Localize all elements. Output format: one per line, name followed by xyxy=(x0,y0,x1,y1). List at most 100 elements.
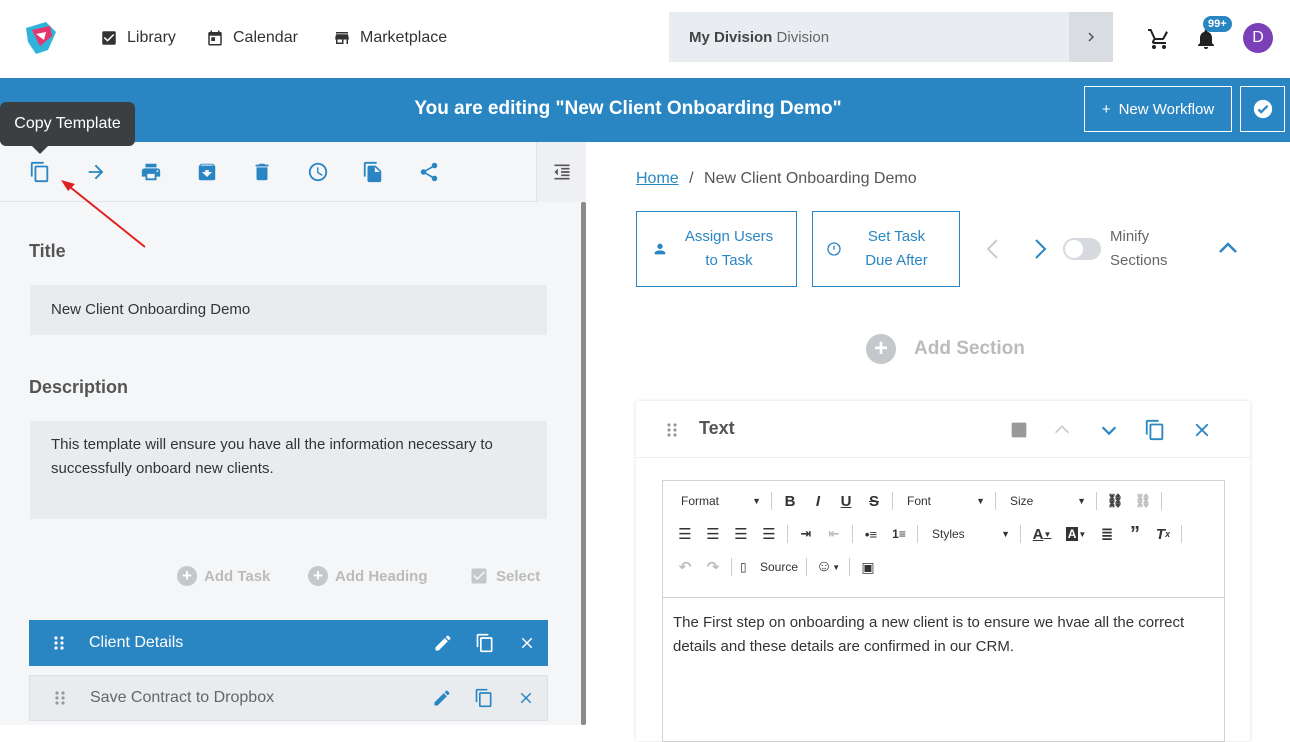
copy-icon[interactable] xyxy=(1144,419,1166,441)
edit-task-button[interactable] xyxy=(422,633,464,653)
copy-icon xyxy=(30,161,49,183)
align-right-icon[interactable]: ☰ xyxy=(727,521,755,547)
copy-icon xyxy=(476,633,493,653)
division-next-button[interactable] xyxy=(1069,12,1113,62)
horizontal-rule-icon[interactable]: ≣ xyxy=(1093,521,1121,547)
collapse-sidebar-button[interactable] xyxy=(536,142,586,202)
check-circle-icon xyxy=(1253,99,1272,119)
minify-line1: Minify xyxy=(1110,228,1150,245)
editor-content[interactable]: The First step on onboarding a new clien… xyxy=(673,611,1203,659)
title-input[interactable]: New Client Onboarding Demo xyxy=(30,285,547,335)
description-input[interactable]: This template will ensure you have all t… xyxy=(30,421,547,519)
archive-template-button[interactable] xyxy=(196,161,218,183)
background-color-icon[interactable]: A ▼ xyxy=(1059,521,1093,547)
toolbar-separator xyxy=(852,525,853,543)
toolbar-separator xyxy=(995,492,996,510)
cart-icon[interactable] xyxy=(1147,27,1171,51)
delete-task-button[interactable] xyxy=(506,634,548,652)
add-section-button[interactable]: + Add Section xyxy=(866,334,1025,364)
select-button[interactable]: Select xyxy=(469,566,540,586)
drag-handle-icon[interactable] xyxy=(666,422,678,438)
format-dropdown[interactable]: Format ▼ xyxy=(671,489,767,513)
minify-sections-toggle[interactable] xyxy=(1063,238,1101,260)
align-center-icon[interactable]: ☰ xyxy=(699,521,727,547)
chevron-right-icon[interactable] xyxy=(1031,238,1049,260)
chevron-up-icon[interactable] xyxy=(1218,240,1238,254)
calendar-icon xyxy=(208,30,222,46)
timer-icon xyxy=(827,242,841,256)
editor-toolbar-row: ☰ ☰ ☰ ☰ ⇥ ⇤ •≡ 1≡ Styles ▼ A ▼ A ▼ ≣ ” T… xyxy=(671,521,1186,547)
bold-button[interactable]: B xyxy=(776,488,804,514)
styles-label: Styles xyxy=(932,527,965,541)
strikethrough-button[interactable]: S xyxy=(860,488,888,514)
plus-icon: + xyxy=(1101,100,1111,118)
numbered-list-icon[interactable]: 1≡ xyxy=(885,521,913,547)
assign-users-button[interactable]: Assign Users to Task xyxy=(636,211,797,287)
edit-task-button[interactable] xyxy=(421,688,463,708)
user-avatar[interactable]: D xyxy=(1243,23,1273,53)
styles-dropdown[interactable]: Styles ▼ xyxy=(922,522,1016,546)
app-logo[interactable] xyxy=(22,20,60,56)
remove-format-icon[interactable]: Tx xyxy=(1149,521,1177,547)
nav-marketplace[interactable]: Marketplace xyxy=(333,26,447,50)
set-due-line2: Due After xyxy=(865,252,928,269)
drag-handle-icon[interactable] xyxy=(29,635,89,651)
indent-icon[interactable]: ⇥ xyxy=(792,521,820,547)
done-button[interactable] xyxy=(1240,86,1285,132)
copy-task-button[interactable] xyxy=(463,688,505,708)
stop-icon[interactable] xyxy=(1008,419,1030,441)
size-label: Size xyxy=(1010,494,1034,508)
task-item[interactable]: Client Details xyxy=(29,620,548,666)
italic-button[interactable]: I xyxy=(804,488,832,514)
close-icon[interactable] xyxy=(1191,419,1213,441)
font-dropdown[interactable]: Font ▼ xyxy=(897,489,991,513)
bulleted-list-icon[interactable]: •≡ xyxy=(857,521,885,547)
nav-library[interactable]: Library xyxy=(100,26,176,50)
text-section-card: Text Format ▼ B I U S Font ▼ Size ▼ ⛓ ⛓ … xyxy=(636,401,1250,742)
delete-template-button[interactable] xyxy=(251,161,273,183)
duplicate-button[interactable] xyxy=(362,161,384,183)
add-heading-button[interactable]: + Add Heading xyxy=(308,566,428,586)
share-button[interactable] xyxy=(418,161,440,183)
blockquote-icon[interactable]: ” xyxy=(1121,521,1149,547)
caret-down-icon: ▼ xyxy=(1001,529,1010,539)
set-due-after-button[interactable]: Set Task Due After xyxy=(812,211,960,287)
task-item[interactable]: Save Contract to Dropbox xyxy=(29,675,548,721)
description-label: Description xyxy=(29,377,129,397)
text-color-icon[interactable]: A ▼ xyxy=(1025,521,1059,547)
toolbar-separator xyxy=(849,558,850,576)
unlink-icon[interactable]: ⛓ xyxy=(1129,488,1157,514)
align-left-icon[interactable]: ☰ xyxy=(671,521,699,547)
source-button[interactable]: ▯ Source xyxy=(736,555,802,579)
add-task-button[interactable]: + Add Task xyxy=(177,566,270,586)
size-dropdown[interactable]: Size ▼ xyxy=(1000,489,1092,513)
toolbar-separator xyxy=(1181,525,1182,543)
emoji-icon[interactable]: ☺ ▼ xyxy=(811,554,845,580)
history-button[interactable] xyxy=(307,161,329,183)
copy-template-tooltip: Copy Template xyxy=(0,102,135,154)
outdent-icon[interactable]: ⇤ xyxy=(820,521,848,547)
chevron-up-icon[interactable] xyxy=(1051,419,1073,441)
chevron-left-icon[interactable] xyxy=(984,238,1002,260)
underline-button[interactable]: U xyxy=(832,488,860,514)
link-icon[interactable]: ⛓ xyxy=(1101,488,1129,514)
undo-icon[interactable]: ↶ xyxy=(671,554,699,580)
drag-handle-icon[interactable] xyxy=(30,690,90,706)
set-due-line1: Set Task xyxy=(867,228,926,245)
new-workflow-button[interactable]: + New Workflow xyxy=(1084,86,1232,132)
copy-template-button[interactable] xyxy=(29,161,51,183)
plus-circle-icon: + xyxy=(308,566,328,586)
copy-task-button[interactable] xyxy=(464,633,506,653)
nav-calendar[interactable]: Calendar xyxy=(206,26,298,50)
chevron-down-icon[interactable] xyxy=(1098,419,1120,441)
delete-task-button[interactable] xyxy=(505,689,547,707)
division-selector[interactable]: My Division Division xyxy=(669,12,1113,62)
align-justify-icon[interactable]: ☰ xyxy=(755,521,783,547)
redo-icon[interactable]: ↷ xyxy=(699,554,727,580)
breadcrumb-home-link[interactable]: Home xyxy=(636,170,679,187)
format-label: Format xyxy=(681,494,720,508)
toolbar-separator xyxy=(787,525,788,543)
editor-toolbar: Format ▼ B I U S Font ▼ Size ▼ ⛓ ⛓ ☰ ☰ ☰… xyxy=(663,481,1224,598)
toolbar-separator xyxy=(771,492,772,510)
image-icon[interactable]: ▣ xyxy=(854,554,882,580)
